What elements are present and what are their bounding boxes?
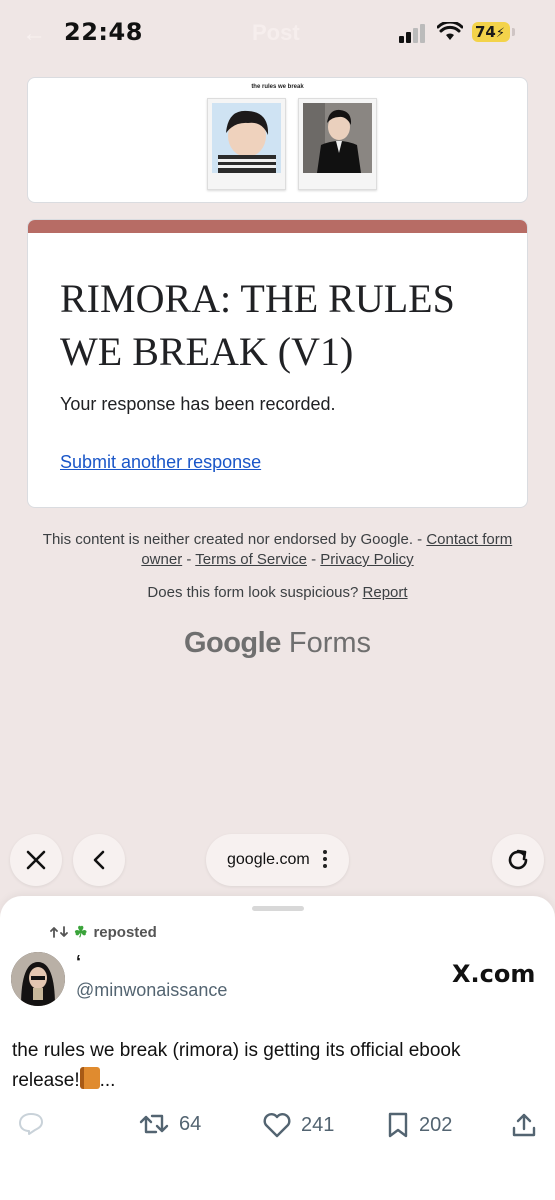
polaroid-photo-1	[207, 98, 286, 190]
battery-indicator: 74⚡	[472, 22, 510, 42]
url-bar[interactable]: google.com	[206, 834, 349, 886]
user-handle[interactable]: @minwonaissance	[76, 980, 227, 1001]
tweet-sheet: ☘ reposted ‘ @minwonaissance X.com the r…	[0, 896, 555, 1200]
form-response-card: RIMORA: THE RULES WE BREAK (V1) Your res…	[27, 219, 528, 508]
status-bar: ← Post 22:48 74⚡	[0, 0, 555, 66]
more-options-icon[interactable]	[323, 850, 327, 871]
report-link[interactable]: Report	[363, 584, 408, 601]
suspicious-form-notice: Does this form look suspicious? Report	[0, 584, 555, 601]
ghost-back-arrow-icon: ←	[22, 20, 46, 47]
forms-wordmark: Forms	[288, 627, 372, 659]
x-com-source-label: X.com	[452, 960, 536, 988]
charging-bolt-icon: ⚡	[495, 26, 506, 41]
retweet-count: 64	[179, 1112, 202, 1135]
reload-icon	[508, 849, 528, 870]
close-icon	[26, 850, 46, 870]
like-button[interactable]: 241	[263, 1112, 334, 1138]
clover-emoji-icon: ☘	[74, 924, 88, 941]
reply-button[interactable]	[18, 1112, 44, 1136]
suspicious-text: Does this form look suspicious?	[147, 584, 359, 601]
book-emoji-icon	[79, 1067, 100, 1089]
bookmark-button[interactable]: 202	[387, 1112, 452, 1138]
reload-button[interactable]	[492, 834, 544, 886]
response-recorded-message: Your response has been recorded.	[60, 394, 336, 414]
url-text: google.com	[227, 851, 310, 868]
tweet-text: the rules we break (rimora) is getting i…	[12, 1036, 532, 1096]
retweet-button[interactable]: 64	[139, 1112, 201, 1136]
portrait-image-1	[212, 103, 281, 173]
bookmark-count: 202	[419, 1113, 453, 1136]
heart-icon	[263, 1113, 291, 1138]
header-caption: the rules we break	[251, 84, 304, 90]
reply-icon	[19, 1113, 43, 1135]
battery-level: 74	[475, 23, 496, 41]
browser-back-button[interactable]	[73, 834, 125, 886]
disclaimer-text: This content is neither created nor endo…	[42, 531, 423, 548]
privacy-policy-link[interactable]: Privacy Policy	[320, 551, 413, 568]
submit-another-response-link[interactable]: Submit another response	[60, 452, 261, 473]
avatar[interactable]	[11, 952, 65, 1006]
google-wordmark: Google	[183, 627, 281, 659]
bookmark-icon	[388, 1112, 408, 1138]
tweet-actions: 64 241 202	[0, 1112, 555, 1142]
sheet-grabber[interactable]	[252, 906, 304, 911]
google-disclaimer: This content is neither created nor endo…	[42, 531, 513, 568]
polaroid-photo-2	[298, 98, 377, 190]
share-icon	[512, 1113, 536, 1137]
close-browser-button[interactable]	[10, 834, 62, 886]
retweet-icon	[139, 1114, 169, 1134]
terms-of-service-link[interactable]: Terms of Service	[195, 551, 307, 568]
form-accent-bar	[28, 220, 527, 233]
tweet-ellipsis: ...	[99, 1070, 116, 1091]
like-count: 241	[301, 1113, 335, 1136]
cellular-signal-icon	[399, 24, 425, 43]
wifi-icon	[437, 22, 463, 40]
battery-cap	[512, 28, 515, 36]
form-header-image: the rules we break	[27, 77, 528, 203]
status-time: 22:48	[64, 18, 143, 46]
repost-label: reposted	[93, 923, 157, 941]
chevron-left-icon	[93, 850, 105, 870]
ghost-page-title: Post	[252, 20, 300, 45]
repost-small-icon	[50, 926, 68, 938]
form-title: RIMORA: THE RULES WE BREAK (V1)	[60, 276, 455, 374]
display-name[interactable]: ‘	[76, 952, 81, 973]
portrait-image-2	[303, 103, 372, 173]
repost-indicator: ☘ reposted	[50, 923, 157, 941]
google-forms-logo[interactable]: Google Forms	[0, 627, 555, 660]
share-button[interactable]	[511, 1112, 537, 1138]
